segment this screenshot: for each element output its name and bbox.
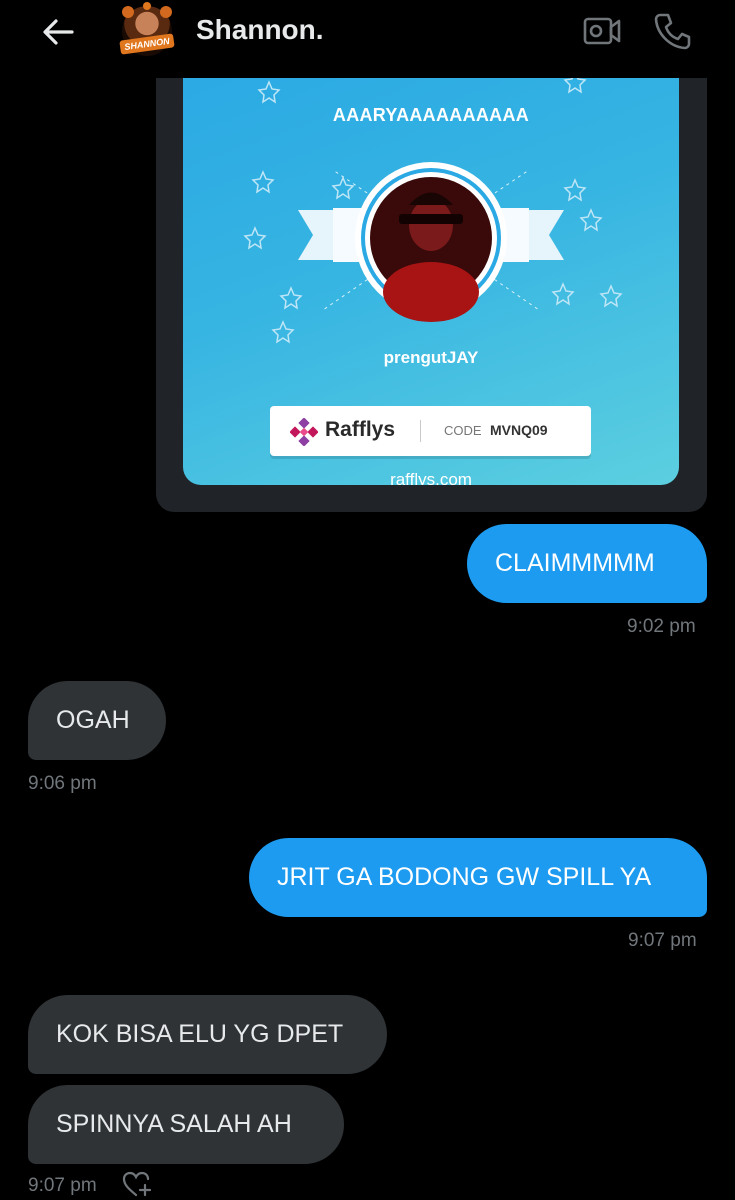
message-bubble-incoming[interactable]: OGAH	[28, 681, 166, 760]
code-value: MVNQ09	[490, 422, 548, 438]
avatar[interactable]: SHANNON	[119, 2, 175, 56]
winner-name: prengutJAY	[383, 348, 479, 367]
message-bubble-incoming[interactable]: KOK BISA ELU YG DPET	[28, 995, 387, 1074]
arrow-left-icon[interactable]	[38, 14, 78, 50]
brand-name: Rafflys	[325, 418, 396, 441]
video-camera-icon[interactable]	[582, 13, 622, 49]
heart-plus-icon[interactable]	[121, 1170, 151, 1198]
message-timestamp: 9:07 pm	[28, 1175, 97, 1196]
message-bubble-outgoing[interactable]: CLAIMMMMM	[467, 524, 707, 603]
message-timestamp: 9:07 pm	[628, 930, 697, 951]
message-timestamp: 9:02 pm	[627, 616, 696, 637]
contact-name[interactable]: Shannon.	[196, 14, 324, 46]
rafflys-logo-icon	[290, 418, 318, 446]
winner-top-name: AAARYAAAAAAAAAA	[332, 105, 530, 125]
shared-media-message[interactable]: AAARYAAAAAAAAAA prengutJAY Rafflys CODE …	[156, 60, 707, 512]
message-bubble-incoming[interactable]: SPINNYA SALAH AH	[28, 1085, 344, 1164]
site-url: rafflys.com	[390, 470, 472, 485]
brand-code-box: Rafflys CODE MVNQ09	[270, 406, 591, 456]
divider	[420, 420, 421, 442]
phone-icon[interactable]	[652, 11, 692, 51]
raffle-winner-image[interactable]: AAARYAAAAAAAAAA prengutJAY Rafflys CODE …	[183, 60, 679, 485]
chat-header: SHANNON Shannon.	[0, 0, 735, 78]
message-timestamp: 9:06 pm	[28, 773, 97, 794]
message-bubble-outgoing[interactable]: JRIT GA BODONG GW SPILL YA	[249, 838, 707, 917]
code-label: CODE	[444, 423, 482, 438]
